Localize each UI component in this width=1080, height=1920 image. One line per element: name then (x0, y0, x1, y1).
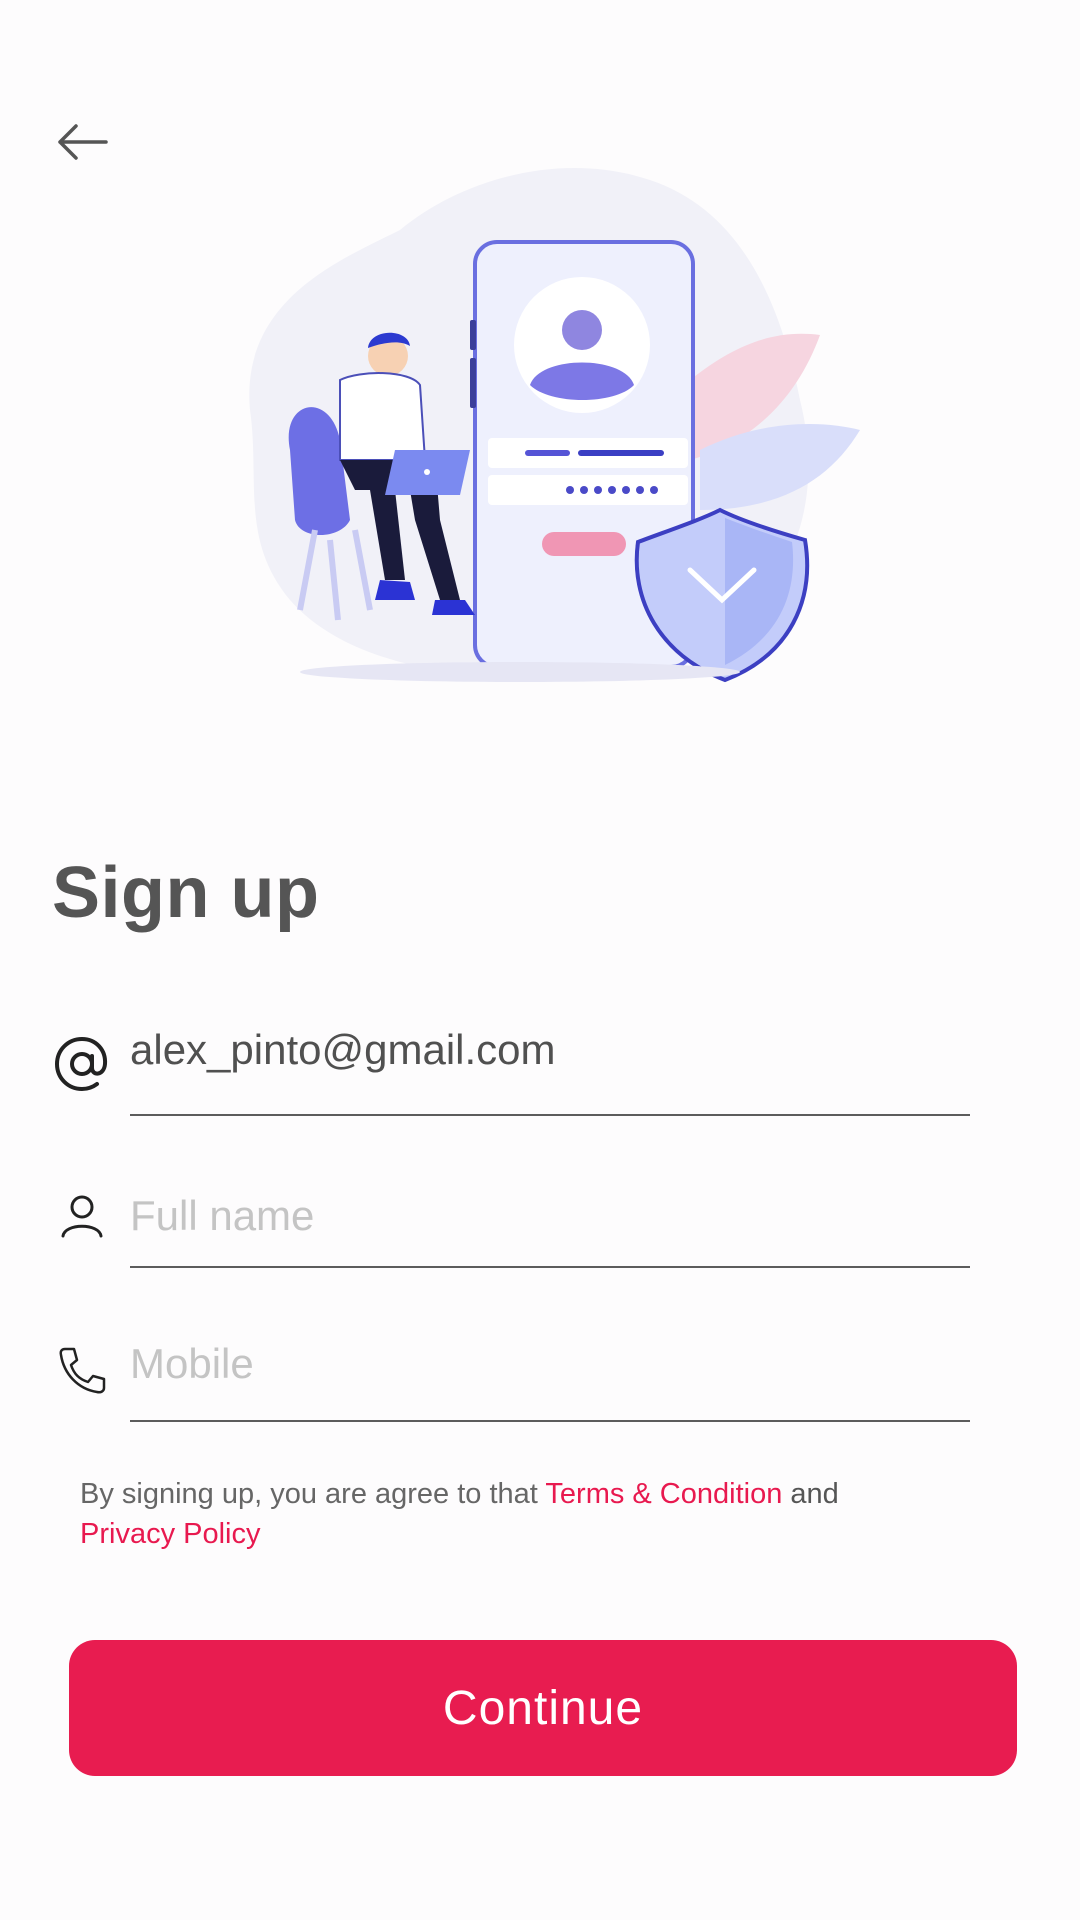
full-name-field-row (52, 1172, 972, 1282)
mobile-underline (130, 1420, 970, 1422)
hero-illustration (220, 160, 880, 700)
page-title: Sign up (52, 853, 320, 933)
arrow-left-icon (58, 124, 108, 160)
email-underline (130, 1114, 970, 1116)
terms-conjunction: and (790, 1478, 839, 1510)
terms-text: By signing up, you are agree to that Ter… (80, 1474, 1010, 1554)
back-button[interactable] (52, 112, 112, 172)
phone-icon (52, 1340, 112, 1400)
full-name-underline (130, 1266, 970, 1268)
terms-prefix: By signing up, you are agree to that (80, 1478, 538, 1510)
at-sign-icon (52, 1034, 112, 1094)
mobile-field-row (52, 1324, 972, 1434)
continue-button[interactable]: Continue (69, 1640, 1017, 1776)
user-icon (52, 1186, 112, 1246)
email-field-row (52, 1020, 972, 1130)
privacy-policy-link[interactable]: Privacy Policy (80, 1518, 261, 1550)
mobile-input[interactable] (130, 1340, 960, 1388)
full-name-input[interactable] (130, 1192, 960, 1240)
terms-condition-link[interactable]: Terms & Condition (545, 1478, 782, 1510)
email-input[interactable] (130, 1026, 960, 1074)
